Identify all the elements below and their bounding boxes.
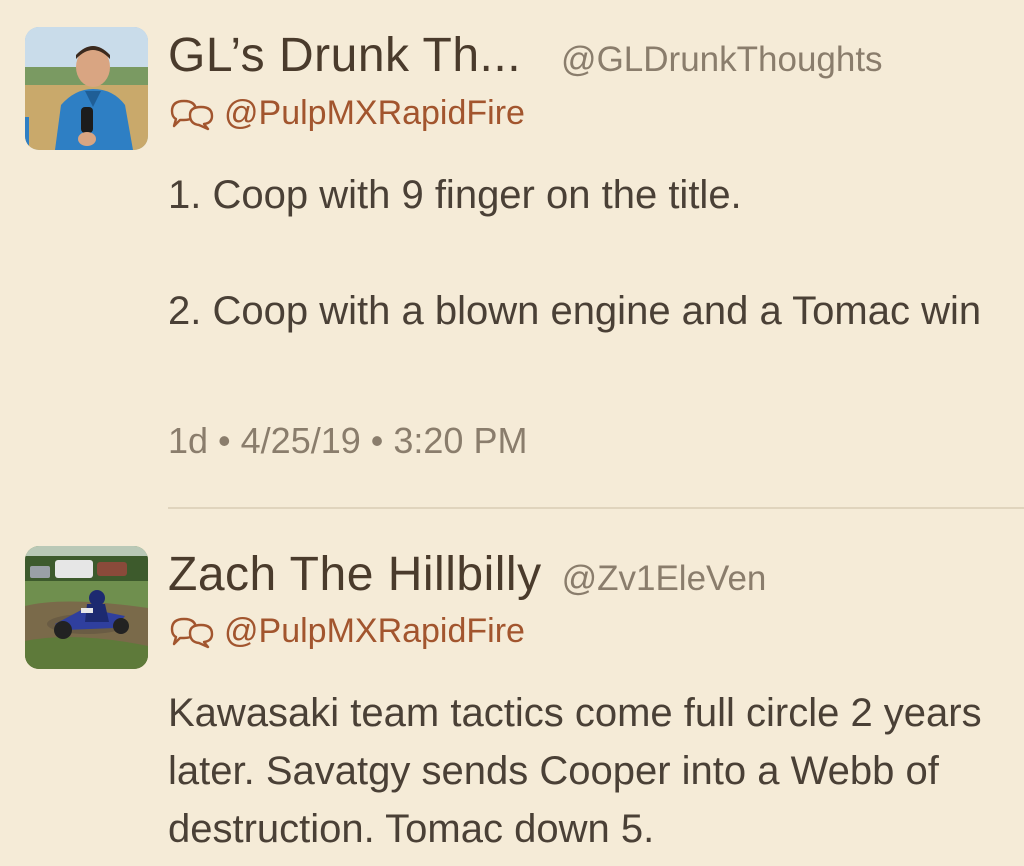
- timeline: GL’s Drunk Th... @GLDrunkThoughts @PulpMX…: [0, 0, 1024, 866]
- tweet[interactable]: Zach The Hillbilly @Zv1EleVen @PulpMXRapi…: [0, 509, 1024, 866]
- tweet-header: Zach The Hillbilly @Zv1EleVen: [168, 547, 1004, 602]
- display-name[interactable]: GL’s Drunk Th...: [168, 29, 521, 82]
- tweet-text: Kawasaki team tactics come full circle 2…: [168, 691, 993, 851]
- conversation-bubbles-icon: [168, 97, 218, 131]
- reply-to[interactable]: @PulpMXRapidFire: [168, 612, 525, 651]
- conversation-bubbles-icon: [168, 615, 218, 649]
- reply-to-handle[interactable]: @PulpMXRapidFire: [224, 612, 525, 650]
- reply-to-handle[interactable]: @PulpMXRapidFire: [224, 94, 525, 132]
- avatar[interactable]: [25, 27, 148, 150]
- tweet-timestamp: 1d • 4/25/19 • 3:20 PM: [168, 420, 528, 461]
- display-name[interactable]: Zach The Hillbilly: [168, 548, 542, 601]
- motocross-rider-photo: [25, 546, 148, 669]
- tweet[interactable]: GL’s Drunk Th... @GLDrunkThoughts @PulpMX…: [0, 0, 1024, 508]
- user-handle[interactable]: @Zv1EleVen: [562, 559, 767, 598]
- tweet-text: 1. Coop with 9 finger on the title. 2. C…: [168, 173, 982, 333]
- tweet-header: GL’s Drunk Th... @GLDrunkThoughts: [168, 28, 1004, 83]
- user-handle[interactable]: @GLDrunkThoughts: [561, 40, 883, 79]
- reply-to[interactable]: @PulpMXRapidFire: [168, 94, 525, 133]
- avatar[interactable]: [25, 546, 148, 669]
- person-with-microphone-photo: [25, 27, 148, 150]
